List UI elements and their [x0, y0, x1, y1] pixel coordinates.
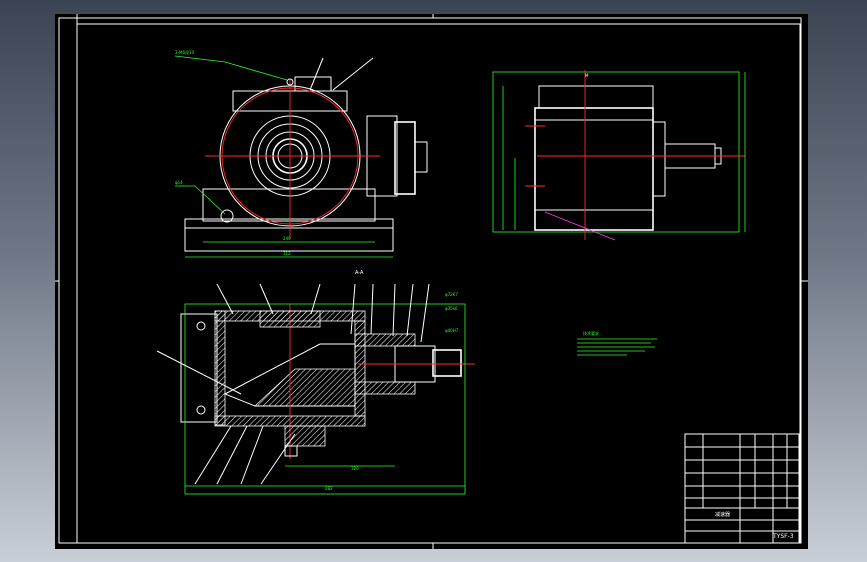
section-view: φ72K7 φ35k6 φ40H7 120 282 — [156, 283, 475, 495]
svg-text:φ14: φ14 — [175, 180, 183, 185]
title-block: 减速器 TYSF-3 A-A — [355, 270, 800, 544]
section-label: A-A — [355, 270, 364, 276]
svg-text:240: 240 — [283, 236, 291, 241]
svg-text:3-M6深10: 3-M6深10 — [175, 49, 195, 55]
drawing-canvas[interactable]: 240 312 3-M6深10 φ14 M φ72K7 φ35k6 φ40H7 … — [55, 14, 808, 549]
technical-notes: 技术要求 — [577, 330, 657, 356]
svg-text:技术要求: 技术要求 — [583, 330, 599, 336]
side-view: M — [492, 70, 746, 241]
svg-text:120: 120 — [351, 466, 359, 471]
svg-text:282: 282 — [325, 486, 333, 491]
cad-drawing-viewport[interactable]: 240 312 3-M6深10 φ14 M φ72K7 φ35k6 φ40H7 … — [55, 14, 808, 549]
title-label: 减速器 — [715, 511, 730, 518]
svg-text:312: 312 — [283, 251, 291, 256]
front-view: 240 312 3-M6深10 φ14 — [174, 49, 428, 258]
svg-text:M: M — [585, 73, 589, 78]
svg-text:φ35k6: φ35k6 — [445, 306, 458, 311]
svg-text:φ40H7: φ40H7 — [445, 328, 459, 333]
svg-text:φ72K7: φ72K7 — [445, 292, 458, 297]
drawing-border — [55, 14, 808, 549]
sheet-number: TYSF-3 — [772, 533, 794, 540]
